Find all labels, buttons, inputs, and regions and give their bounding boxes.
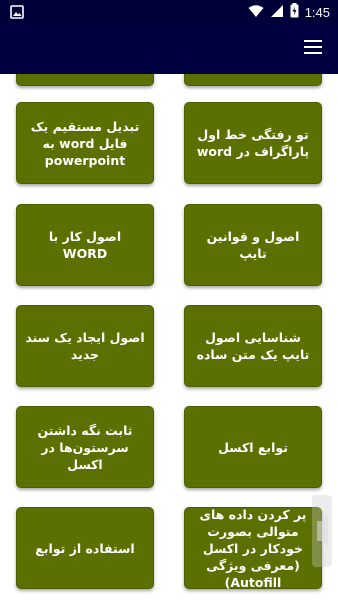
topic-card[interactable]: توابع اکسل (184, 406, 322, 488)
topic-card-label: پر کردن داده های متوالی بصورت خودکار در … (199, 506, 307, 590)
topic-card[interactable]: ثابت نگه داشتن سرستون‌ها در اکسل (16, 406, 154, 488)
topic-card-label: ثابت نگه داشتن سرستون‌ها در اکسل (37, 422, 133, 472)
topic-card[interactable]: اصول ایجاد یک سند جدید (16, 305, 154, 387)
topic-card-label: شناسایی اصول تایپ یک متن ساده (196, 330, 310, 362)
topic-card-hidden-right[interactable] (184, 74, 322, 86)
topic-card[interactable]: تبدیل مستقیم یک فایل word به powerpoint (16, 102, 154, 184)
image-notification-icon (10, 4, 24, 23)
topic-card-hidden-left[interactable] (16, 74, 154, 86)
topic-card-label: استفاده از توابع (35, 540, 135, 556)
battery-icon (290, 3, 299, 22)
app-bar (0, 24, 338, 74)
topic-card-label: تبدیل مستقیم یک فایل word به powerpoint (30, 118, 140, 168)
topic-card-label: اصول کار با WORD (48, 229, 122, 261)
topic-card[interactable]: تو رفتگی خط اول پاراگراف در word (184, 102, 322, 184)
topic-card[interactable]: پر کردن داده های متوالی بصورت خودکار در … (184, 506, 322, 590)
wifi-icon (248, 3, 264, 22)
topic-card-label: تو رفتگی خط اول پاراگراف در word (196, 127, 310, 159)
topic-card[interactable]: اصول و قوانین تایپ (184, 204, 322, 286)
topic-card[interactable]: اصول کار با WORD (16, 204, 154, 286)
status-bar: 1:45 (0, 0, 338, 24)
clock-time: 1:45 (304, 5, 330, 20)
topic-card[interactable]: شناسایی اصول تایپ یک متن ساده (184, 305, 322, 387)
cellular-signal-icon (270, 3, 284, 22)
topic-grid: تو رفتگی خط اول پاراگراف در word تبدیل م… (0, 74, 338, 600)
topic-card-label: اصول ایجاد یک سند جدید (25, 330, 145, 362)
scroll-indicator-icon[interactable] (310, 495, 334, 567)
hamburger-menu-icon[interactable] (304, 40, 322, 54)
topic-card[interactable]: استفاده از توابع (16, 507, 154, 589)
topic-card-label: توابع اکسل (218, 439, 288, 455)
topic-card-label: اصول و قوانین تایپ (206, 229, 300, 261)
